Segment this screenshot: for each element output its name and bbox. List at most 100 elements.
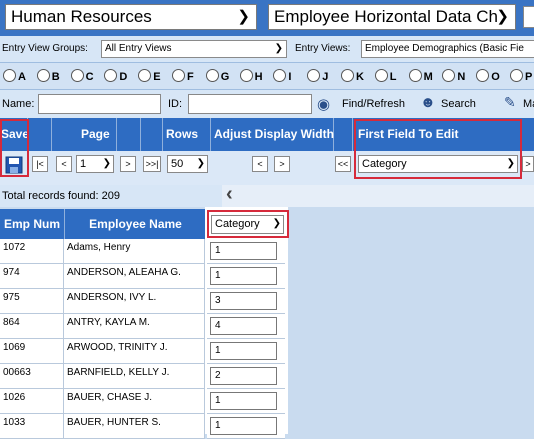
radio-icon[interactable]	[273, 69, 287, 82]
letter-filter-a[interactable]: A	[3, 69, 26, 83]
entry-view-groups-value: All Entry Views	[105, 43, 172, 54]
col-emp-num[interactable]: Emp Num	[0, 209, 64, 239]
radio-icon[interactable]	[341, 69, 354, 82]
employee-name-cell: ANDERSON, IVY L.	[64, 289, 205, 314]
adjust-width-header: Adjust Display Width	[214, 127, 334, 141]
last-page-button[interactable]: >>|	[143, 156, 161, 172]
category-input[interactable]: 1	[210, 242, 277, 260]
letter-label: E	[153, 71, 161, 83]
name-input[interactable]	[38, 94, 161, 114]
radio-icon[interactable]	[374, 69, 388, 82]
employee-name-cell: ANTRY, KAYLA M.	[64, 314, 205, 339]
radio-icon[interactable]	[36, 69, 50, 82]
view-select-value: Employee Horizontal Data Ch	[274, 7, 498, 26]
letter-filter-c[interactable]: C	[70, 69, 94, 83]
page-header: Page	[81, 127, 110, 141]
radio-icon[interactable]	[442, 69, 456, 82]
radio-icon[interactable]	[476, 69, 490, 82]
letter-filter-e[interactable]: E	[138, 69, 161, 83]
letter-label: H	[254, 71, 263, 83]
entry-view-groups-select[interactable]: All Entry Views ❯	[101, 40, 287, 58]
entry-views-select[interactable]: Employee Demographics (Basic Fie	[361, 40, 534, 58]
grow-width-button[interactable]: >	[274, 156, 290, 172]
category-cell: 3	[207, 289, 285, 314]
radio-icon[interactable]	[510, 69, 523, 82]
radio-icon[interactable]	[172, 69, 185, 82]
search-label: Search	[441, 98, 476, 110]
emp-num-cell: 974	[0, 264, 64, 289]
category-cell: 4	[207, 314, 285, 339]
letter-filter-g[interactable]: G	[205, 69, 230, 83]
rows-select[interactable]: 50 ❯	[167, 155, 208, 173]
radio-icon[interactable]	[3, 69, 16, 82]
category-cell: 2	[207, 364, 285, 389]
prev-page-button[interactable]: <	[56, 156, 72, 172]
radio-icon[interactable]	[104, 69, 118, 82]
category-input[interactable]: 1	[210, 342, 277, 360]
emp-num-cell: 1026	[0, 389, 64, 414]
letter-label: I	[288, 71, 292, 83]
page-select[interactable]: 1 ❯	[76, 155, 114, 173]
letter-label: K	[356, 71, 364, 83]
category-input[interactable]: 1	[210, 417, 277, 435]
collapse-arrow-icon[interactable]: ‹	[226, 183, 233, 206]
radio-icon[interactable]	[307, 69, 321, 82]
letter-filter-o[interactable]: O	[476, 69, 500, 83]
module-select[interactable]: Human Resources ❯	[5, 4, 257, 30]
letter-filter-m[interactable]: M	[408, 69, 433, 83]
letter-filter-i[interactable]: I	[273, 69, 291, 83]
view-select[interactable]: Employee Horizontal Data Ch ❯	[268, 4, 516, 30]
id-input[interactable]	[188, 94, 312, 114]
edit-label: Ma	[523, 98, 534, 110]
letter-label: J	[322, 71, 329, 83]
category-input[interactable]: 4	[210, 317, 277, 335]
letter-filter-n[interactable]: N	[442, 69, 465, 83]
rows-select-value: 50	[171, 158, 184, 170]
find-refresh-button[interactable]: ◉ Find/Refresh	[317, 95, 417, 115]
letter-filter-l[interactable]: L	[374, 69, 397, 83]
emp-num-cell: 1069	[0, 339, 64, 364]
first-field-highlight	[354, 119, 522, 179]
radio-icon[interactable]	[239, 69, 253, 82]
letter-filter-h[interactable]: H	[239, 69, 263, 83]
category-input[interactable]: 1	[210, 267, 277, 285]
overflow-menu-button[interactable]	[523, 6, 534, 28]
category-input[interactable]: 2	[210, 367, 277, 385]
next-field-button[interactable]: >	[522, 156, 534, 172]
letter-filter-b[interactable]: B	[36, 69, 60, 83]
radio-icon[interactable]	[408, 69, 422, 82]
prev-field-button[interactable]: <<	[335, 156, 351, 172]
letter-filter-f[interactable]: F	[172, 69, 194, 83]
category-highlight	[207, 210, 289, 238]
edit-button[interactable]: ✎ Ma	[504, 94, 534, 115]
entry-views-value: Employee Demographics (Basic Fie	[365, 43, 524, 54]
emp-num-cell: 1033	[0, 414, 64, 439]
letter-label: G	[220, 71, 230, 83]
employee-name-cell: ARWOOD, TRINITY J.	[64, 339, 205, 364]
letter-filter-p[interactable]: P	[510, 69, 532, 83]
radio-icon[interactable]	[70, 69, 84, 82]
next-page-button[interactable]: >	[120, 156, 136, 172]
radio-icon[interactable]	[138, 69, 152, 82]
category-input[interactable]: 3	[210, 292, 277, 310]
rows-header: Rows	[166, 127, 199, 141]
search-button[interactable]: ☻ Search	[420, 94, 500, 115]
id-label: ID:	[168, 98, 183, 110]
letter-filter-j[interactable]: J	[307, 69, 328, 83]
employee-name-cell: Adams, Henry	[64, 239, 205, 264]
emp-num-cell: 1072	[0, 239, 64, 264]
shrink-width-button[interactable]: <	[252, 156, 268, 172]
col-employee-name[interactable]: Employee Name	[64, 209, 206, 239]
letter-filter-k[interactable]: K	[341, 69, 364, 83]
category-cell: 1	[207, 239, 285, 264]
category-input[interactable]: 1	[210, 392, 277, 410]
letter-filter-d[interactable]: D	[104, 69, 127, 83]
letter-label: P	[525, 71, 533, 83]
entry-views-label: Entry Views:	[295, 43, 351, 54]
letter-label: L	[389, 71, 397, 83]
radio-icon[interactable]	[205, 69, 219, 82]
letter-label: O	[491, 71, 500, 83]
person-search-icon: ☻	[420, 94, 436, 111]
first-page-button[interactable]: |<	[32, 156, 48, 172]
category-cell: 1	[207, 389, 285, 414]
